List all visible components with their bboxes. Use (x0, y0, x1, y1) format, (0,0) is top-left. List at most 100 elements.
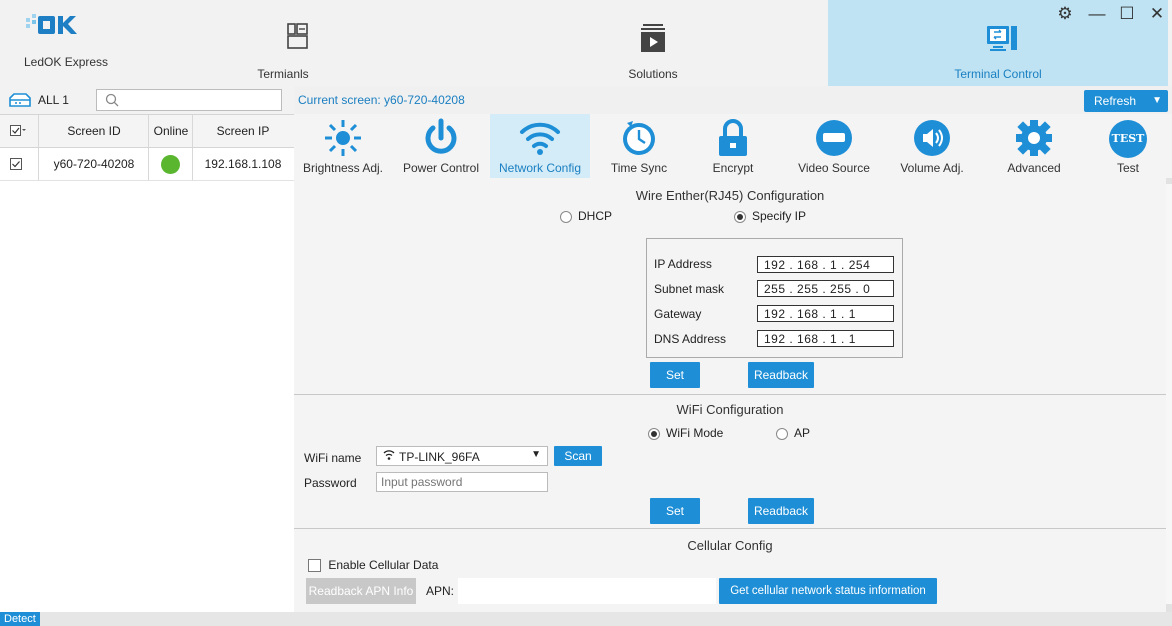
tool-video-source[interactable]: Video Source (786, 114, 882, 178)
test-icon: TEST (1109, 120, 1147, 158)
radio-icon (776, 427, 788, 440)
col-screen-ip[interactable]: Screen IP (192, 115, 293, 147)
tool-encrypt[interactable]: Encrypt (688, 114, 778, 178)
select-all-checkbox[interactable] (10, 125, 26, 140)
gateway-label: Gateway (654, 307, 702, 321)
specify-ip-label: Specify IP (752, 209, 807, 223)
tool-test[interactable]: TEST Test (1088, 114, 1168, 178)
ap-radio[interactable]: AP (776, 426, 810, 440)
close-button[interactable]: ✕ (1146, 4, 1168, 24)
wifi-name-value: TP-LINK_96FA (399, 450, 480, 464)
tool-volume[interactable]: Volume Adj. (888, 114, 976, 178)
tool-time-sync[interactable]: Time Sync (594, 114, 684, 178)
top-navigation-bar: LedOK Express Termianls Solutions Termin… (0, 0, 1172, 86)
tool-label: Advanced (1007, 161, 1061, 175)
power-icon (421, 118, 461, 161)
online-status (148, 148, 193, 180)
row-screen-id: y60-720-40208 (38, 148, 149, 180)
scrollbar-thumb[interactable] (1166, 184, 1172, 604)
enable-cellular-label: Enable Cellular Data (328, 558, 439, 572)
current-screen-label: Current screen: y60-720-40208 (298, 93, 465, 107)
settings-icon[interactable]: ⚙ (1054, 4, 1076, 24)
detect-button[interactable]: Detect (0, 612, 40, 626)
wifi-readback-button[interactable]: Readback (748, 498, 814, 524)
tool-label: Network Config (498, 161, 582, 175)
wifi-signal-icon (383, 449, 395, 464)
wire-set-button[interactable]: Set (650, 362, 700, 388)
tab-terminals[interactable]: Termianls (228, 0, 368, 86)
function-toolbar: Brightness Adj. Power Control Network Co… (294, 114, 1172, 179)
dhcp-radio[interactable]: DHCP (560, 209, 612, 223)
group-icon[interactable] (8, 92, 32, 111)
subnet-mask-label: Subnet mask (654, 282, 725, 296)
search-icon (105, 93, 119, 107)
password-label: Password (304, 476, 357, 490)
tab-terminal-control-label: Terminal Control (954, 67, 1042, 81)
cellular-config-title: Cellular Config (687, 538, 773, 553)
divider (294, 528, 1166, 529)
col-screen-id[interactable]: Screen ID (38, 115, 149, 147)
ap-label: AP (794, 426, 811, 440)
tool-network-config[interactable]: Network Config (490, 114, 590, 178)
tab-solutions[interactable]: Solutions (578, 0, 728, 86)
dns-address-label: DNS Address (654, 332, 727, 346)
wifi-mode-radio[interactable]: WiFi Mode (648, 426, 723, 440)
current-screen-bar: Current screen: y60-720-40208 Refresh ▼ (294, 86, 1172, 114)
tool-advanced[interactable]: Advanced (986, 114, 1082, 178)
subnet-mask-field[interactable]: 255 . 255 . 255 . 0 (757, 280, 894, 297)
tool-label: Encrypt (712, 161, 754, 175)
search-input[interactable] (96, 89, 282, 111)
status-bar: Detect (0, 612, 1172, 626)
wifi-config-title: WiFi Configuration (676, 402, 784, 417)
app-logo (22, 12, 92, 41)
vertical-scrollbar[interactable] (1166, 178, 1172, 612)
table-row[interactable]: y60-720-40208 192.168.1.108 (0, 148, 294, 181)
tool-label: Video Source (798, 161, 870, 175)
terminals-icon (286, 22, 310, 55)
divider (294, 394, 1166, 395)
refresh-button[interactable]: Refresh ▼ (1084, 90, 1168, 112)
online-indicator-icon (161, 155, 180, 174)
minimize-button[interactable]: — (1086, 4, 1108, 24)
gateway-field[interactable]: 192 . 168 . 1 . 1 (757, 305, 894, 322)
tool-power-control[interactable]: Power Control (396, 114, 486, 178)
gear-icon (1014, 118, 1054, 161)
wire-readback-button[interactable]: Readback (748, 362, 814, 388)
ip-address-label: IP Address (654, 257, 712, 271)
wire-config-title: Wire Enther(RJ45) Configuration (635, 188, 825, 203)
clock-icon (619, 118, 659, 161)
enable-cellular-checkbox[interactable]: Enable Cellular Data (308, 558, 439, 573)
refresh-label: Refresh (1094, 94, 1137, 108)
tool-label: Brightness Adj. (302, 161, 384, 175)
video-source-icon (814, 118, 854, 161)
ip-address-field[interactable]: 192 . 168 . 1 . 254 (757, 256, 894, 273)
radio-icon (560, 210, 572, 223)
screen-list-panel: ALL 1 Screen ID Online Screen IP y60-720… (0, 86, 295, 612)
brightness-icon (323, 118, 363, 161)
tab-terminals-label: Termianls (257, 67, 309, 81)
terminal-control-icon (985, 22, 1019, 59)
specify-ip-radio[interactable]: Specify IP (734, 209, 806, 223)
table-header: Screen ID Online Screen IP (0, 115, 294, 148)
scan-button[interactable]: Scan (554, 446, 602, 466)
row-checkbox[interactable] (10, 158, 22, 173)
group-label: ALL 1 (38, 93, 69, 107)
tool-brightness[interactable]: Brightness Adj. (294, 114, 392, 178)
tool-label: Power Control (402, 161, 480, 175)
apn-input[interactable] (458, 578, 716, 604)
chevron-down-icon[interactable]: ▼ (1152, 90, 1162, 112)
wifi-name-label: WiFi name (304, 451, 362, 465)
dns-address-field[interactable]: 192 . 168 . 1 . 1 (757, 330, 894, 347)
wifi-icon (518, 118, 562, 161)
dhcp-label: DHCP (578, 209, 613, 223)
readback-apn-button[interactable]: Readback APN Info (306, 578, 416, 604)
wifi-set-button[interactable]: Set (650, 498, 700, 524)
password-input[interactable] (376, 472, 548, 492)
maximize-button[interactable]: ☐ (1116, 4, 1138, 24)
col-online[interactable]: Online (148, 115, 193, 147)
cellular-status-button[interactable]: Get cellular network status information (719, 578, 937, 604)
tab-solutions-label: Solutions (628, 67, 678, 81)
apn-label: APN: (426, 584, 455, 598)
wifi-name-select[interactable]: TP-LINK_96FA ▼ (376, 446, 548, 466)
chevron-down-icon: ▼ (531, 449, 541, 460)
